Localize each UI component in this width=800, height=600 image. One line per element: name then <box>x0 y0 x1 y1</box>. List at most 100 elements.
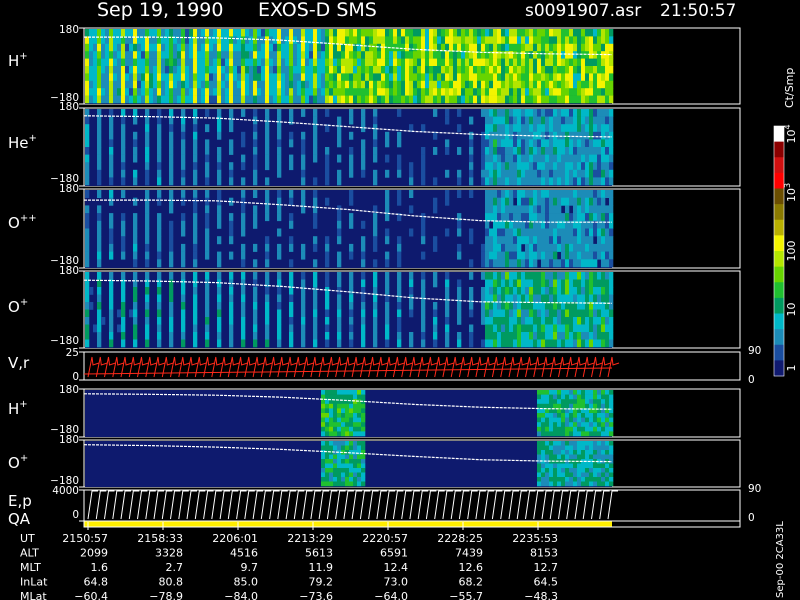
heatmap-cell <box>569 66 574 74</box>
ephemeris-row-label: MLT <box>20 561 41 574</box>
heatmap-cell <box>493 339 498 348</box>
heatmap-cell <box>373 228 378 237</box>
heatmap-cell <box>549 422 554 428</box>
heatmap-cell <box>589 422 594 428</box>
heatmap-cell <box>265 317 270 325</box>
heatmap-cell <box>149 51 154 59</box>
heatmap-cell <box>109 88 114 96</box>
heatmap-cell <box>517 287 522 295</box>
heatmap-cell <box>549 29 554 37</box>
heatmap-cell <box>265 272 270 280</box>
heatmap-cell <box>377 95 382 104</box>
heatmap-cell <box>409 43 414 52</box>
heatmap-cell <box>593 116 598 125</box>
heatmap-cell <box>217 124 222 133</box>
heatmap-cell <box>601 294 606 303</box>
heatmap-cell <box>145 116 150 125</box>
velocity-sweep <box>376 356 389 378</box>
heatmap-cell <box>485 36 490 45</box>
heatmap-cell <box>185 29 190 37</box>
heatmap-cell <box>137 66 142 74</box>
heatmap-cell <box>509 294 514 303</box>
velocity-sweep <box>401 356 413 378</box>
heatmap-cell <box>445 88 450 96</box>
heatmap-cell <box>597 332 602 340</box>
heatmap-cell <box>321 417 326 423</box>
heatmap-cell <box>585 139 590 148</box>
heatmap-cell <box>505 332 510 340</box>
heatmap-cell <box>217 294 222 303</box>
heatmap-cell <box>361 441 366 446</box>
heatmap-cell <box>217 58 222 67</box>
heatmap-cell <box>113 73 118 82</box>
heatmap-cell <box>429 80 434 89</box>
heatmap-cell <box>113 43 118 52</box>
heatmap-cell <box>97 287 102 295</box>
heatmap-cell <box>361 236 366 245</box>
heatmap-cell <box>593 251 598 260</box>
heatmap-cell <box>329 422 334 428</box>
heatmap-cell <box>257 80 262 89</box>
heatmap-cell <box>521 324 526 333</box>
heatmap-cell <box>565 243 570 252</box>
heatmap-cell <box>593 413 598 418</box>
heatmap-cell <box>521 339 526 348</box>
heatmap-cell <box>161 43 166 52</box>
heatmap-cell <box>229 162 234 171</box>
heatmap-cell <box>561 279 566 288</box>
ephemeris-cell: 2.7 <box>166 561 184 574</box>
heatmap-cell <box>561 80 566 89</box>
heatmap-cell <box>609 403 614 409</box>
heatmap-cell <box>397 88 402 96</box>
heatmap-cell <box>113 58 118 67</box>
heatmap-cell <box>453 58 458 67</box>
heatmap-cell <box>289 236 294 245</box>
heatmap-cell <box>481 139 486 148</box>
heatmap-cell <box>229 66 234 74</box>
heatmap-cell <box>357 58 362 67</box>
heatmap-cell <box>573 169 578 178</box>
heatmap-cell <box>477 36 482 45</box>
heatmap-cell <box>337 317 342 325</box>
heatmap-cell <box>133 147 138 155</box>
heatmap-cell <box>361 481 366 487</box>
heatmap-cell <box>601 243 606 252</box>
heatmap-cell <box>253 169 258 178</box>
heatmap-cell <box>497 324 502 333</box>
heatmap-cell <box>217 339 222 348</box>
heatmap-cell <box>553 324 558 333</box>
heatmap-cell <box>377 58 382 67</box>
heatmap-cell <box>513 190 518 198</box>
heatmap-cell <box>549 177 554 186</box>
heatmap-cell <box>157 154 162 163</box>
heatmap-cell <box>469 43 474 52</box>
heatmap-cell <box>441 88 446 96</box>
heatmap-cell <box>517 154 522 163</box>
heatmap-cell <box>533 109 538 117</box>
heatmap-cell <box>573 441 578 446</box>
heatmap-cell <box>97 220 102 229</box>
heatmap-cell <box>489 228 494 237</box>
heatmap-cell <box>333 95 338 104</box>
heatmap-cell <box>129 73 134 82</box>
heatmap-cell <box>257 73 262 82</box>
footer-note: Sep-00 2CA33L <box>775 521 786 598</box>
heatmap-cell <box>533 73 538 82</box>
heatmap-cell <box>329 43 334 52</box>
heatmap-cell <box>509 139 514 148</box>
heatmap-cell <box>173 58 178 67</box>
heatmap-cell <box>245 73 250 82</box>
heatmap-cell <box>125 88 130 96</box>
heatmap-cell <box>349 243 354 252</box>
ephemeris-cell: −64.0 <box>374 590 408 600</box>
heatmap-cell <box>465 88 470 96</box>
heatmap-cell <box>489 139 494 148</box>
heatmap-cell <box>501 162 506 171</box>
heatmap-cell <box>289 279 294 288</box>
heatmap-cell <box>533 124 538 133</box>
heatmap-cell <box>601 139 606 148</box>
heatmap-cell <box>489 36 494 45</box>
heatmap-cell <box>361 413 366 418</box>
heatmap-cell <box>565 426 570 432</box>
heatmap-cell <box>537 147 542 155</box>
